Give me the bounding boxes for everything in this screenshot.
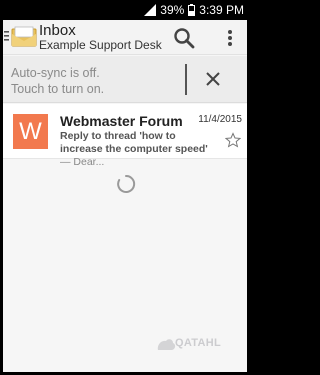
sync-line-2: Touch to turn on. xyxy=(11,82,105,96)
menu-icon[interactable] xyxy=(3,29,11,43)
watermark: QATAHL xyxy=(155,332,235,360)
battery-percent: 39% xyxy=(160,3,185,17)
battery-icon xyxy=(188,4,196,16)
banner-divider xyxy=(185,64,187,95)
overflow-menu-icon[interactable] xyxy=(223,25,237,51)
search-icon[interactable] xyxy=(171,25,197,51)
sender-name: Webmaster Forum xyxy=(60,113,183,129)
sync-message[interactable]: Auto-sync is off. Touch to turn on. xyxy=(11,65,181,97)
inbox-title: Inbox xyxy=(39,22,76,39)
watermark-logo-icon xyxy=(157,339,176,350)
close-icon[interactable] xyxy=(200,66,226,92)
gmail-screen: Inbox Example Support Desk Auto-sync is … xyxy=(3,20,247,372)
watermark-text: QATAHL xyxy=(175,337,221,349)
star-icon[interactable] xyxy=(225,132,241,148)
mail-app-icon[interactable] xyxy=(11,26,37,48)
auto-sync-banner[interactable]: Auto-sync is off. Touch to turn on. xyxy=(3,56,247,103)
message-date: 11/4/2015 xyxy=(198,114,242,125)
message-subject: Reply to thread 'how to increase the com… xyxy=(60,130,220,169)
loading-spinner xyxy=(117,174,136,193)
subject-text: Reply to thread 'how to increase the com… xyxy=(60,130,208,155)
signal-icon xyxy=(144,4,157,16)
app-bar: Inbox Example Support Desk xyxy=(3,20,247,55)
clock: 3:39 PM xyxy=(199,3,244,17)
status-bar: 39% 3:39 PM xyxy=(0,0,250,20)
account-name: Example Support Desk xyxy=(39,38,162,52)
sync-line-1: Auto-sync is off. xyxy=(11,66,100,80)
message-snippet: — Dear... xyxy=(60,156,105,168)
sender-avatar: W xyxy=(13,114,48,149)
message-list-item[interactable]: W Webmaster Forum 11/4/2015 Reply to thr… xyxy=(3,104,247,168)
